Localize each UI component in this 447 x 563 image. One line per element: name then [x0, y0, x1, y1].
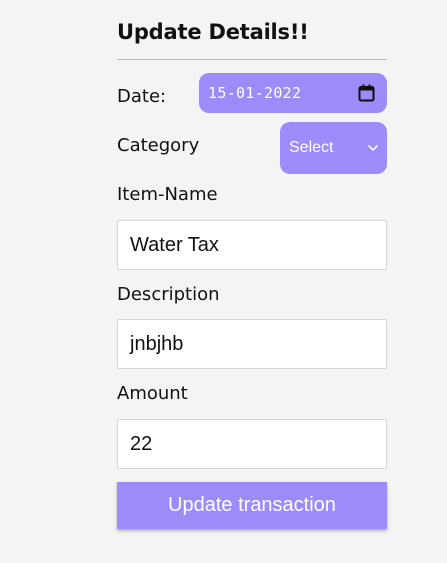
category-select[interactable]: Select [280, 122, 387, 174]
amount-input[interactable]: 22 [117, 419, 387, 469]
item-name-label: Item-Name [117, 184, 218, 205]
date-label: Date: [117, 86, 167, 107]
category-selected-value: Select [289, 139, 334, 156]
description-input[interactable]: jnbjhb [117, 319, 387, 369]
description-label: Description [117, 284, 220, 305]
calendar-icon[interactable] [358, 84, 375, 102]
item-name-input[interactable]: Water Tax [117, 220, 387, 270]
date-input[interactable]: 15-01-2022 [199, 73, 387, 113]
update-transaction-button[interactable]: Update transaction [117, 482, 387, 529]
chevron-down-icon [368, 145, 378, 151]
amount-label: Amount [117, 383, 188, 404]
category-label: Category [117, 135, 200, 156]
title-divider [117, 59, 387, 60]
date-value: 15-01-2022 [208, 84, 302, 102]
form-title: Update Details!! [117, 20, 309, 44]
